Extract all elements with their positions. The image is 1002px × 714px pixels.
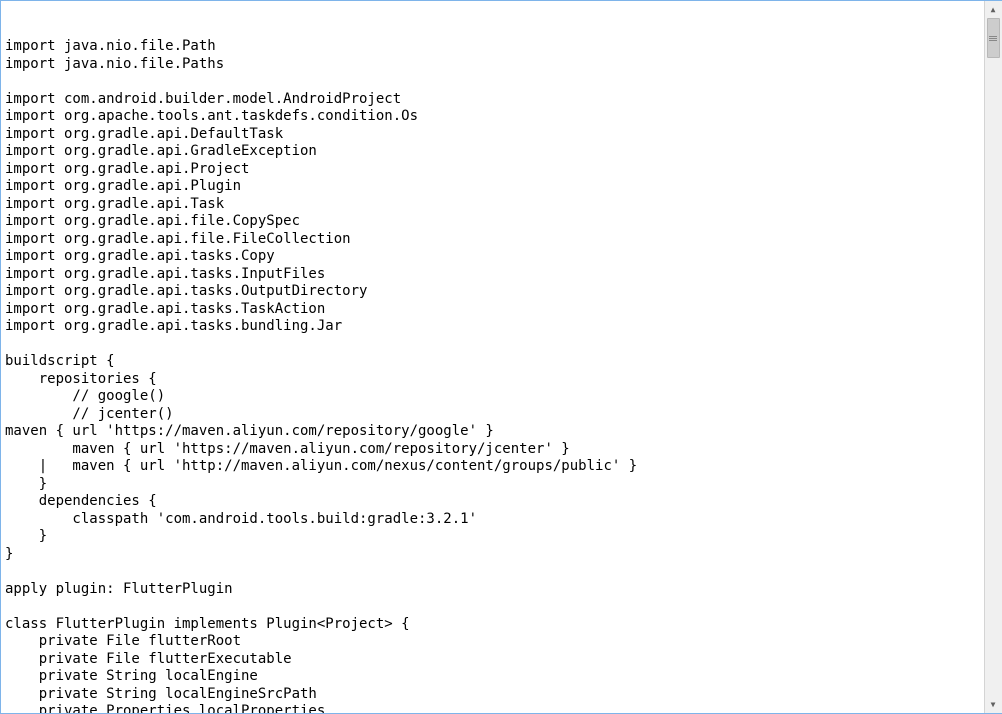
scroll-down-button[interactable]: ▼ (985, 696, 1002, 713)
scroll-track[interactable] (985, 18, 1002, 696)
scroll-thumb[interactable] (987, 18, 1000, 58)
chevron-up-icon: ▲ (991, 5, 996, 14)
thumb-grip-icon (989, 34, 997, 42)
code-viewport: import java.nio.file.Path import java.ni… (1, 1, 984, 713)
chevron-down-icon: ▼ (991, 700, 996, 709)
scroll-up-button[interactable]: ▲ (985, 1, 1002, 18)
code-text: import java.nio.file.Path import java.ni… (5, 38, 980, 713)
vertical-scrollbar[interactable]: ▲ ▼ (984, 1, 1001, 713)
